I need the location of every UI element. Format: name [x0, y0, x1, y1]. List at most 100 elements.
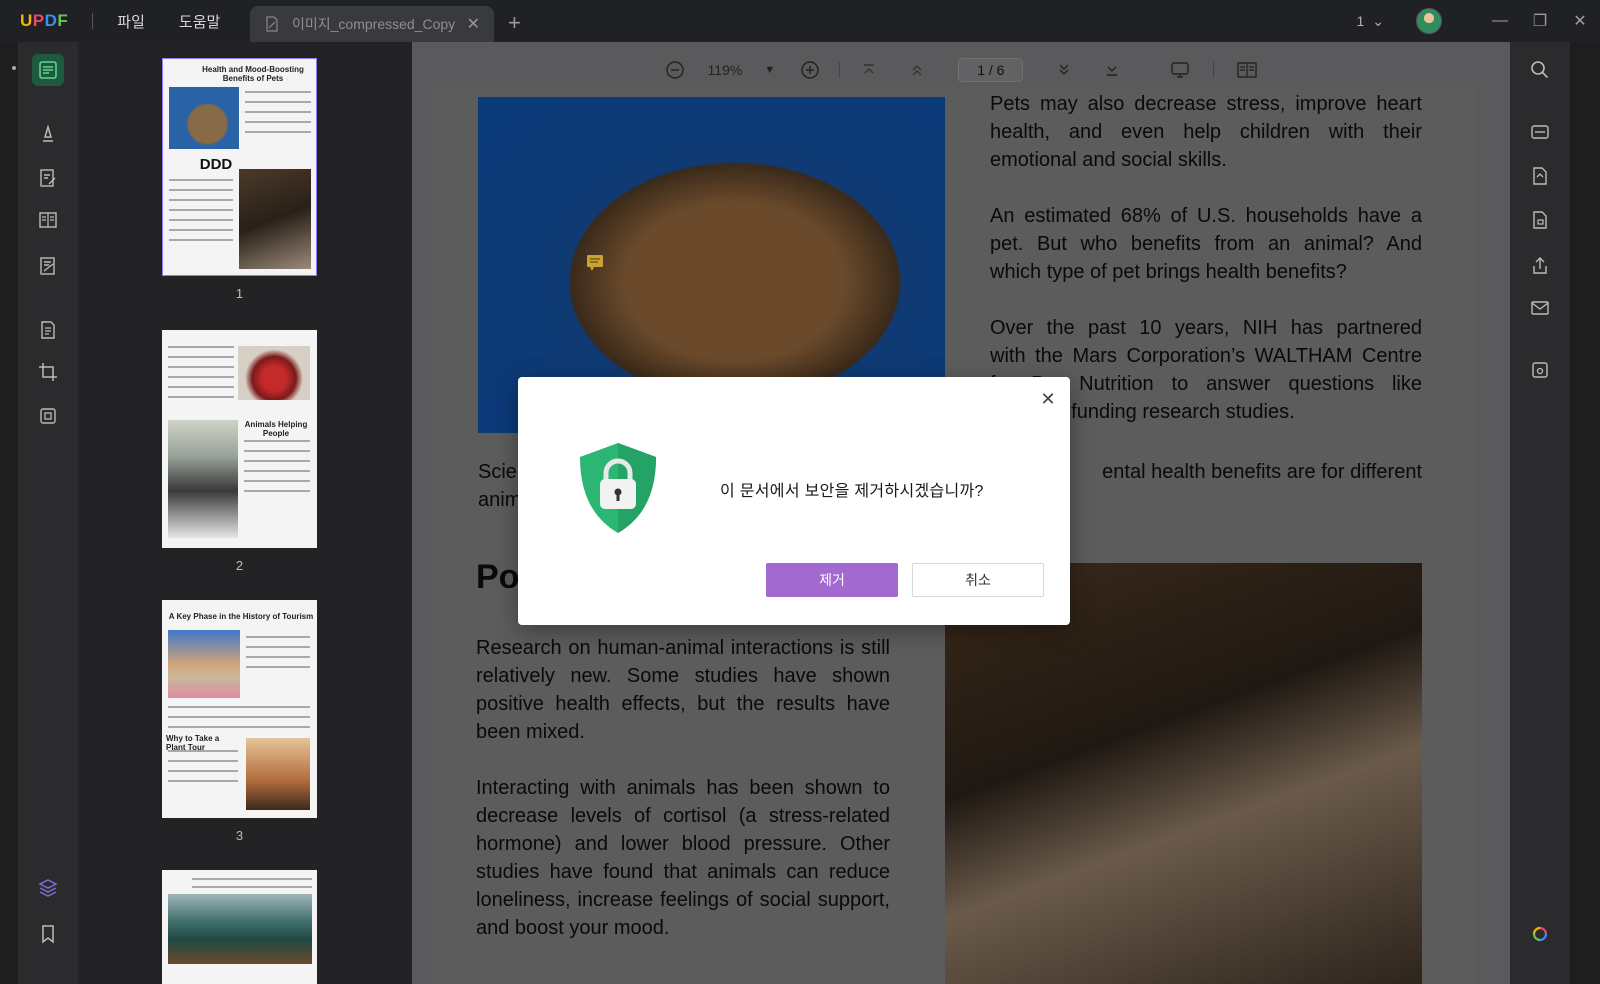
thumbnail-text-line [192, 886, 312, 888]
organize-pages-icon[interactable] [36, 208, 60, 232]
menu-file[interactable]: 파일 [117, 11, 145, 32]
dialog-close-icon[interactable]: ✕ [1038, 389, 1058, 409]
thumbnail-text-line [244, 440, 310, 442]
paragraph-research: Research on human-animal interactions is… [476, 637, 890, 743]
document-tab[interactable]: 이미지_compressed_Copy ✕ [250, 6, 494, 42]
paragraph-nih-line2: with the Mars Corporation’s WALTHAM Cent… [990, 345, 1422, 367]
thumbnail-text-line [169, 229, 233, 231]
remove-security-dialog: ✕ 이 문서에서 보안을 제거하시겠습니까? 제거 취소 [518, 377, 1070, 625]
thumbnail-text-line [245, 101, 311, 103]
minimize-icon[interactable]: — [1480, 12, 1520, 30]
ai-assistant-icon[interactable] [1528, 922, 1552, 946]
paragraph-nih-line1: Over the past 10 years, NIH has partnere… [990, 317, 1422, 339]
bookmark-icon[interactable] [36, 922, 60, 946]
thumbnail-text-line [246, 646, 310, 648]
zoom-in-icon[interactable] [799, 59, 821, 81]
protect-pdf-icon[interactable] [1528, 208, 1552, 232]
ocr-icon[interactable] [1528, 120, 1552, 144]
crop-icon[interactable] [36, 360, 60, 384]
thumbnail-text-line [244, 480, 310, 482]
title-separator [92, 13, 94, 29]
thumbnail-text-line [168, 760, 238, 762]
left-tool-rail [18, 42, 78, 984]
thumbnail-title: Animals Helping People [244, 420, 308, 438]
page-indicator[interactable]: 1 / 6 [958, 58, 1024, 82]
presentation-icon[interactable] [1169, 59, 1191, 81]
thumbnail-text-line [168, 396, 234, 398]
thumbnail-text-line [168, 386, 234, 388]
share-icon[interactable] [1528, 254, 1552, 278]
page-layout-icon[interactable] [1236, 59, 1258, 81]
thumbnail-text-line [168, 376, 234, 378]
toolbar-separator [1213, 62, 1215, 78]
thumbnail-text-line [244, 470, 310, 472]
note-annotation-icon[interactable] [586, 254, 604, 272]
thumbnail-text-line [168, 716, 310, 718]
thumbnail-cat-image [169, 87, 239, 149]
dog-photo [945, 563, 1422, 984]
thumbnail-text-line [169, 189, 233, 191]
thumbnail-text-line [168, 706, 310, 708]
save-icon[interactable] [1528, 358, 1552, 382]
zoom-dropdown-icon[interactable]: ▼ [764, 64, 775, 76]
thumbnail-overlay-text: DDD [199, 156, 233, 173]
paragraph-cortisol: Interacting with animals has been shown … [476, 777, 890, 939]
next-page-icon[interactable] [1053, 59, 1075, 81]
first-page-icon[interactable] [858, 59, 880, 81]
chevron-down-icon[interactable]: ⌄ [1372, 13, 1384, 30]
thumbnail-text-line [192, 878, 312, 880]
toolbar-separator [839, 62, 841, 78]
thumbnail-number-2: 2 [235, 558, 244, 573]
page-thumbnail-1[interactable]: Health and Mood-Boosting Benefits of Pet… [162, 58, 317, 276]
thumbnail-text-line [169, 239, 233, 241]
edit-pdf-icon[interactable] [36, 166, 60, 190]
dialog-message: 이 문서에서 보안을 제거하시겠습니까? [720, 483, 984, 500]
protect-icon[interactable] [36, 404, 60, 428]
last-page-icon[interactable] [1101, 59, 1123, 81]
comment-highlighter-icon[interactable] [36, 122, 60, 146]
thumbnail-text-line [168, 346, 234, 348]
menu-help[interactable]: 도움말 [179, 11, 220, 32]
thumbnail-lake-image [168, 894, 312, 964]
page-thumbnail-3[interactable]: A Key Phase in the History of Tourism Wh… [162, 600, 317, 818]
window-count[interactable]: 1 [1356, 13, 1364, 29]
security-shield-icon [580, 443, 656, 533]
updf-logo[interactable]: UPDF [20, 11, 68, 31]
close-tab-icon[interactable]: ✕ [467, 14, 480, 34]
thumbnail-text-line [168, 780, 238, 782]
thumbnail-dog-image [239, 169, 311, 269]
thumbnail-text-line [244, 460, 310, 462]
window-controls: 1 ⌄ — ❐ ✕ [1356, 0, 1600, 42]
restore-icon[interactable]: ❐ [1520, 11, 1560, 31]
layers-icon[interactable] [36, 876, 60, 900]
zoom-level[interactable]: 119% [708, 62, 743, 78]
document-tab-icon [266, 16, 278, 32]
page-thumbnail-2[interactable]: Animals Helping People [162, 330, 317, 548]
thumbnail-text-line [246, 656, 310, 658]
thumbnail-text-line [168, 366, 234, 368]
new-tab-icon[interactable]: + [508, 10, 521, 36]
paragraph-pets-stress: Pets may also decrease stress, improve h… [990, 93, 1422, 171]
thumbnail-title: Health and Mood-Boosting Benefits of Pet… [202, 65, 304, 83]
search-icon[interactable] [1528, 58, 1552, 82]
previous-page-icon[interactable] [906, 59, 928, 81]
right-tool-rail [1510, 42, 1570, 984]
page-tools-icon[interactable] [36, 318, 60, 342]
thumbnail-panel: Health and Mood-Boosting Benefits of Pet… [78, 42, 412, 984]
page-thumbnail-4[interactable] [162, 870, 317, 984]
avatar[interactable] [1416, 8, 1442, 34]
thumbnail-text-line [168, 750, 238, 752]
cancel-button[interactable]: 취소 [912, 563, 1044, 597]
remove-security-button[interactable]: 제거 [766, 563, 898, 597]
thumbnail-text-line [246, 636, 310, 638]
thumbnail-text-line [245, 131, 311, 133]
thumbnail-text-line [169, 179, 233, 181]
paragraph-households: An estimated 68% of U.S. households have… [990, 205, 1422, 283]
zoom-out-icon[interactable] [664, 59, 686, 81]
email-icon[interactable] [1528, 296, 1552, 320]
form-fill-icon[interactable] [36, 254, 60, 278]
reader-mode-icon[interactable] [32, 54, 64, 86]
thumbnail-text-line [169, 199, 233, 201]
close-window-icon[interactable]: ✕ [1560, 11, 1600, 31]
convert-pdf-icon[interactable] [1528, 164, 1552, 188]
